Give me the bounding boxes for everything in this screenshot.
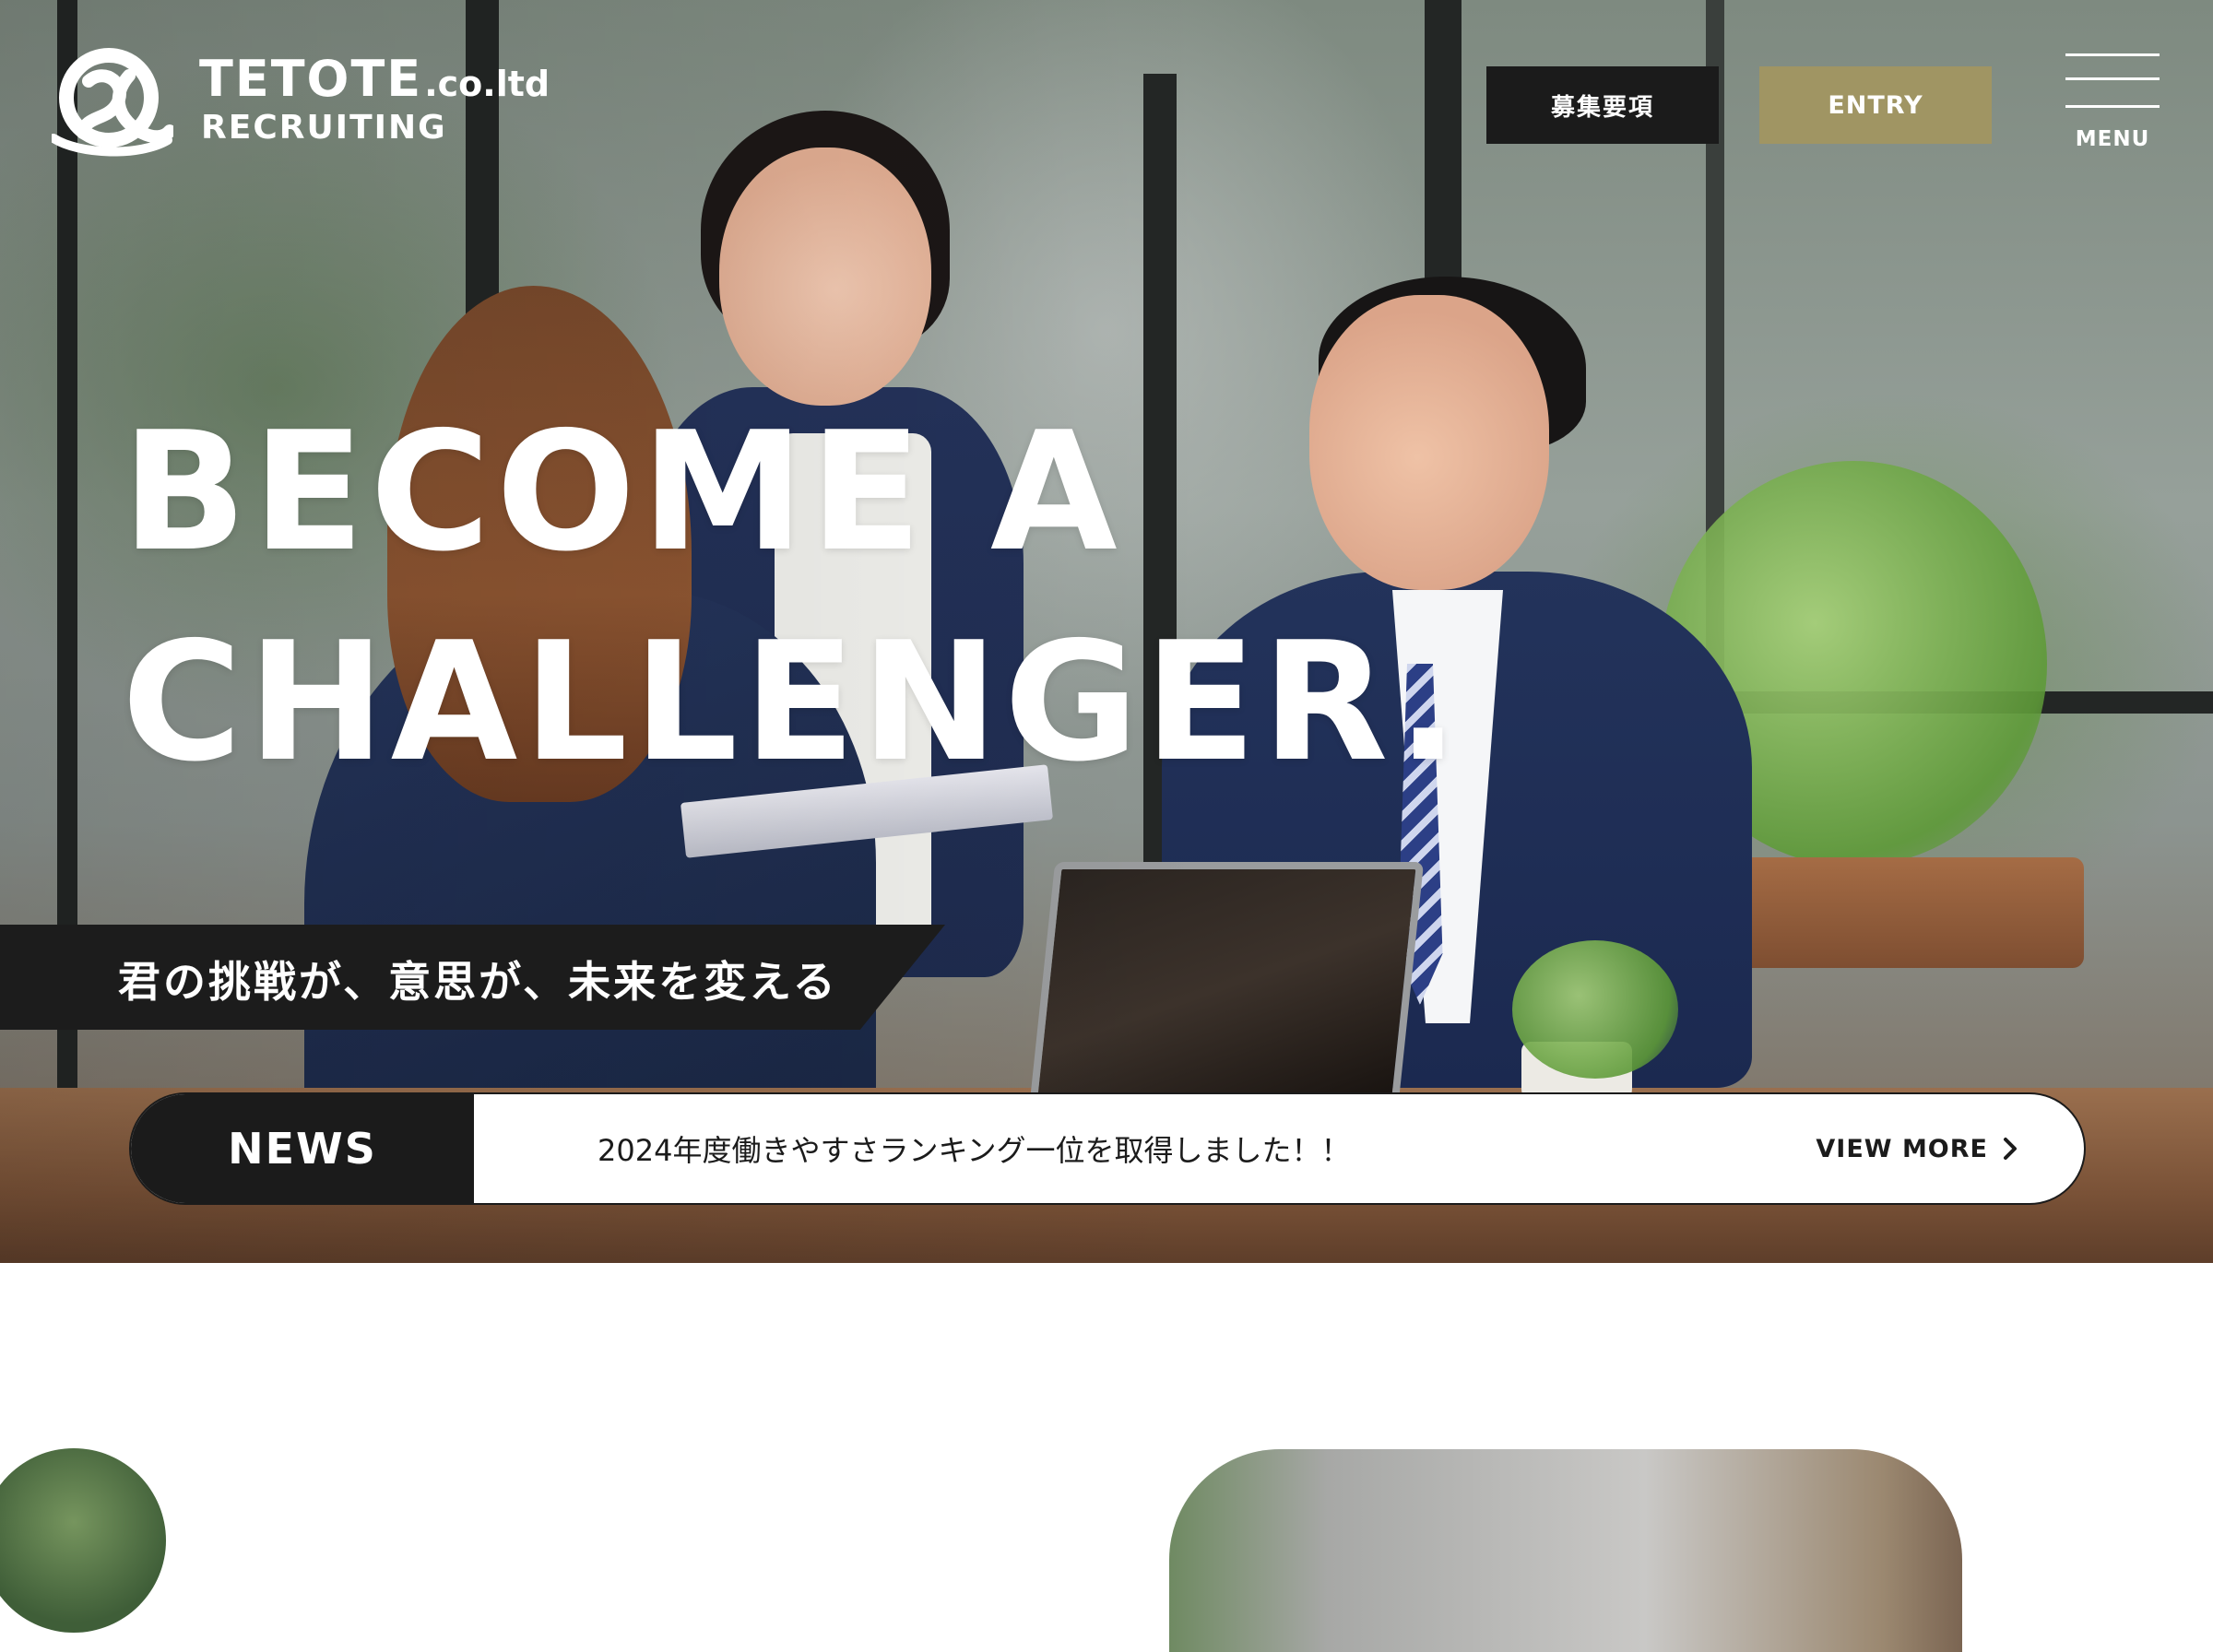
chevron-right-icon <box>2004 1138 2017 1160</box>
menu-button[interactable]: MENU <box>2064 52 2161 155</box>
view-more-label: VIEW MORE <box>1816 1134 1988 1163</box>
recruitment-info-button[interactable]: 募集要項 <box>1486 66 1719 144</box>
news-bar: NEWS 2024年度働きやすさランキング一位を取得しました！！ VIEW MO… <box>129 1092 2086 1205</box>
section-image-right <box>1169 1449 1962 1652</box>
menu-label: MENU <box>2075 127 2150 151</box>
hero-tagline: 君の挑戦が、意思が、未来を変える <box>118 957 838 1007</box>
hero-headline: BECOME A CHALLENGER. <box>122 387 1464 808</box>
view-more-link[interactable]: VIEW MORE <box>1816 1094 2018 1203</box>
logo-subtitle: RECRUITING <box>201 109 447 147</box>
news-label: NEWS <box>131 1094 474 1203</box>
news-headline-link[interactable]: 2024年度働きやすさランキング一位を取得しました！！ <box>598 1094 1350 1203</box>
hero-section: TETOTE.co.ltd RECRUITING 募集要項 ENTRY MENU… <box>0 0 2213 1263</box>
section-image-left <box>0 1448 166 1633</box>
hamburger-icon <box>2065 53 2160 56</box>
logo-text: TETOTE.co.ltd <box>199 50 550 108</box>
site-logo[interactable]: TETOTE.co.ltd RECRUITING <box>52 48 550 159</box>
entry-button[interactable]: ENTRY <box>1759 66 1992 144</box>
hero-headline-line1: BECOME A <box>122 396 1123 587</box>
tetote-logo-icon <box>52 48 173 157</box>
hero-headline-line2: CHALLENGER. <box>122 607 1465 797</box>
